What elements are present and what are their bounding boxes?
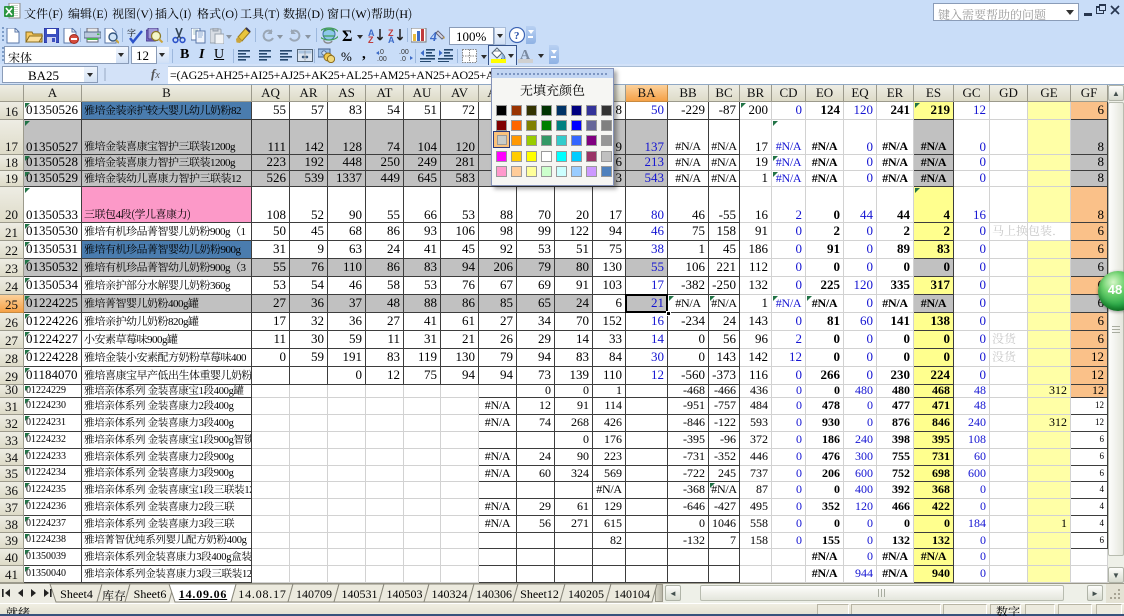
svg-text:?: ?	[514, 30, 520, 42]
svg-text:.00: .00	[399, 49, 409, 56]
svg-text:字: 字	[127, 27, 136, 39]
svg-text:.0: .0	[400, 56, 406, 62]
svg-text:A: A	[388, 35, 395, 43]
svg-text:Σ: Σ	[342, 28, 352, 43]
svg-text:4: 4	[430, 30, 437, 43]
svg-text:.00: .00	[377, 56, 387, 62]
svg-text:Z: Z	[368, 35, 374, 43]
